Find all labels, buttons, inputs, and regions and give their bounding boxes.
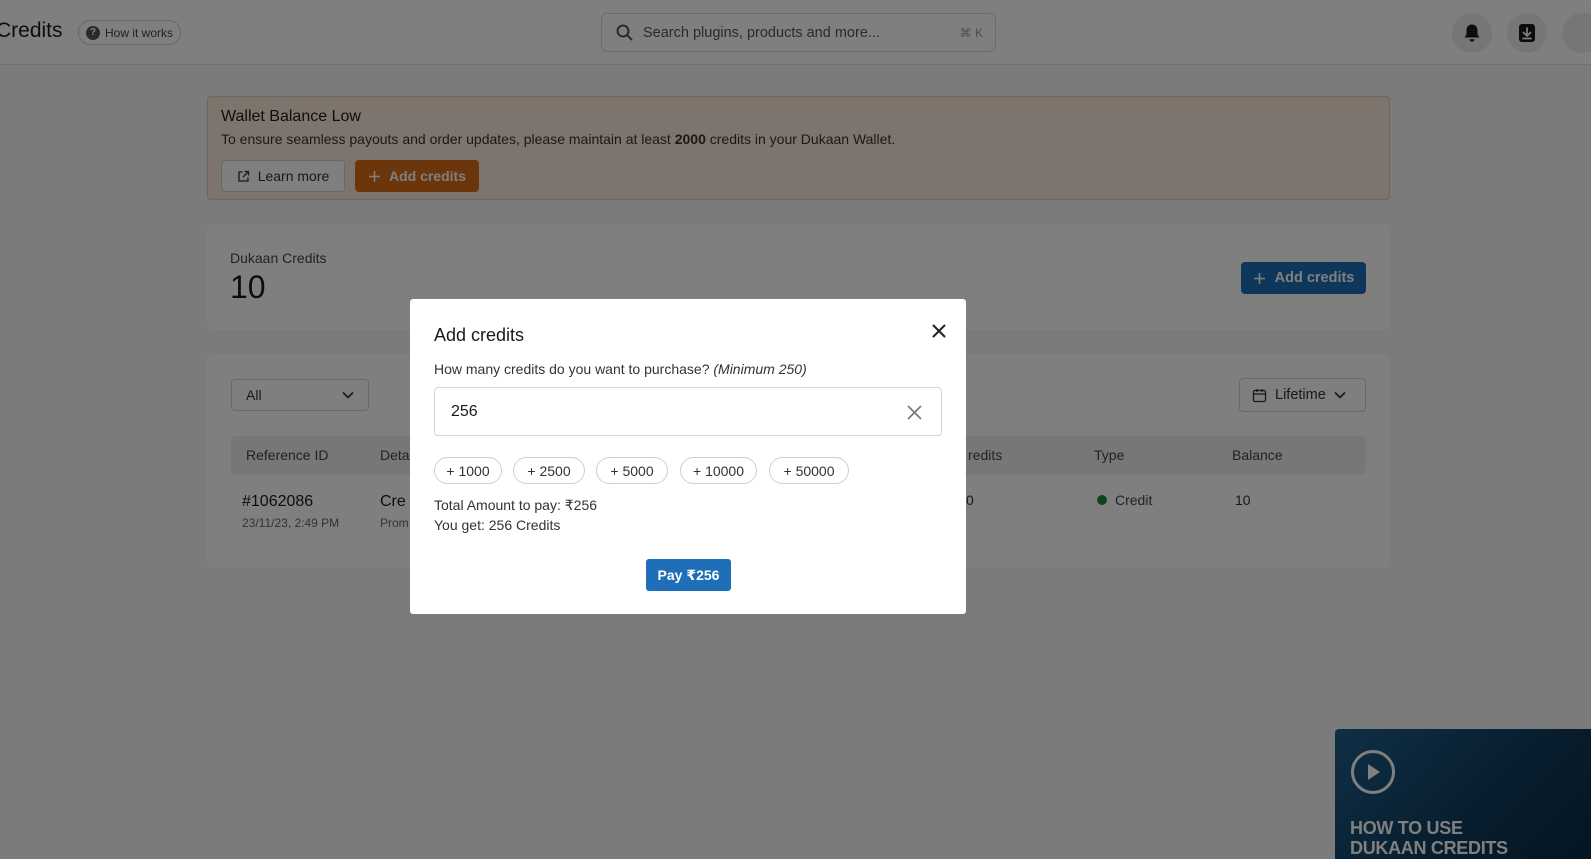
quick-add-chip[interactable]: + 10000 bbox=[680, 457, 757, 484]
pay-button[interactable]: Pay ₹256 bbox=[646, 559, 731, 591]
credits-amount-input[interactable] bbox=[434, 387, 942, 436]
credits-question-text: How many credits do you want to purchase… bbox=[434, 361, 710, 377]
close-icon[interactable] bbox=[929, 321, 949, 341]
quick-add-chip[interactable]: + 5000 bbox=[596, 457, 668, 484]
modal-title: Add credits bbox=[434, 325, 525, 345]
add-credits-modal: Add credits How many credits do you want… bbox=[410, 299, 966, 614]
credits-question: How many credits do you want to purchase… bbox=[434, 361, 807, 377]
quick-add-chip[interactable]: + 2500 bbox=[513, 457, 585, 484]
clear-input-icon[interactable] bbox=[904, 402, 924, 422]
credits-received: You get: 256 Credits bbox=[434, 517, 561, 533]
total-amount: Total Amount to pay: ₹256 bbox=[434, 497, 598, 513]
minimum-note: (Minimum 250) bbox=[713, 361, 807, 377]
quick-add-chip[interactable]: + 1000 bbox=[434, 457, 502, 484]
quick-add-chip[interactable]: + 50000 bbox=[769, 457, 849, 484]
